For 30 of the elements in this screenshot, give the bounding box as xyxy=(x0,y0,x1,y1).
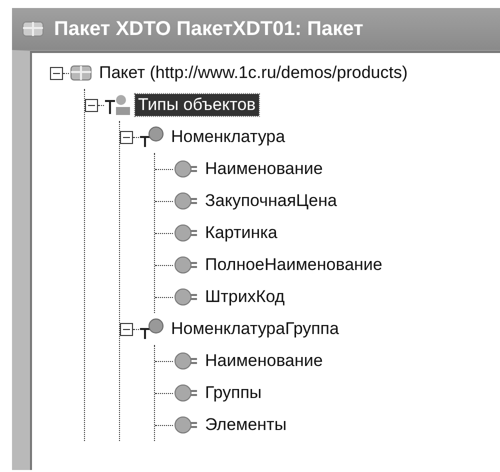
collapse-toggle[interactable] xyxy=(50,66,63,80)
tree-item[interactable]: НоменклатураГруппа xyxy=(168,318,342,340)
tree-item[interactable]: Наименование xyxy=(202,350,326,372)
type-icon xyxy=(139,126,165,148)
tree-item[interactable]: Пакет (http://www.1c.ru/demos/products) xyxy=(96,62,411,84)
property-icon xyxy=(173,383,199,403)
collapse-toggle[interactable] xyxy=(120,322,133,336)
tree-item[interactable]: Типы объектов xyxy=(135,94,259,116)
property-icon xyxy=(173,223,199,243)
tree-item[interactable]: ШтрихКод xyxy=(202,286,288,308)
property-icon xyxy=(173,159,199,179)
property-icon xyxy=(173,255,199,275)
tree-item[interactable]: ПолноеНаименование xyxy=(202,254,386,276)
tree-item[interactable]: Группы xyxy=(202,382,265,404)
property-icon xyxy=(173,191,199,211)
tree-item[interactable]: Картинка xyxy=(202,222,280,244)
window-title: Пакет XDTO ПакетXDT01: Пакет xyxy=(54,18,364,40)
type-folder-icon xyxy=(104,94,132,116)
property-icon xyxy=(173,287,199,307)
tree-item[interactable]: ЗакупочнаяЦена xyxy=(202,190,340,212)
collapse-toggle[interactable] xyxy=(85,98,98,112)
property-icon xyxy=(173,351,199,371)
property-icon xyxy=(173,415,199,435)
type-icon xyxy=(139,318,165,340)
tree-item[interactable]: Наименование xyxy=(202,158,326,180)
tree-item[interactable]: Номенклатура xyxy=(168,126,288,148)
package-icon xyxy=(22,20,44,38)
collapse-toggle[interactable] xyxy=(120,130,133,144)
package-icon xyxy=(69,63,93,83)
tree-item[interactable]: Элементы xyxy=(202,414,290,436)
